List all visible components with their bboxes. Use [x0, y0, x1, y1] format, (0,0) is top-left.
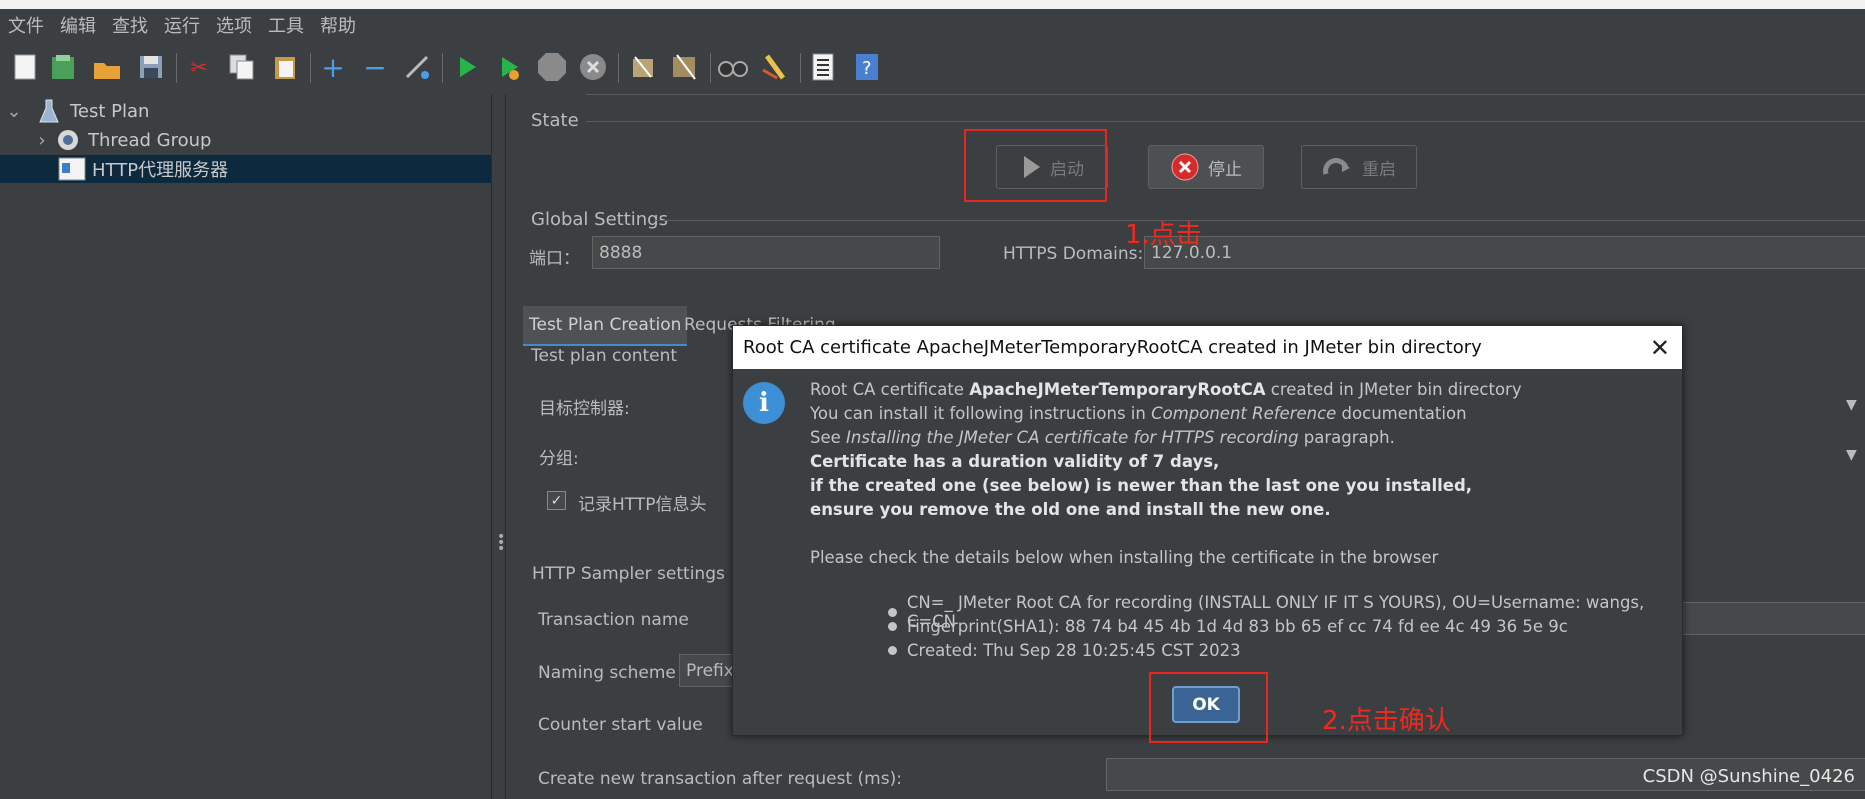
tab-test-plan-creation[interactable]: Test Plan Creation — [523, 306, 688, 346]
record-headers-checkbox[interactable]: ✓ — [547, 491, 566, 510]
message-line-3: See Installing the JMeter CA certificate… — [810, 428, 1395, 447]
stop-icon — [1171, 153, 1199, 181]
message-bold-3: ensure you remove the old one and instal… — [810, 500, 1331, 519]
http-sampler-settings-title: HTTP Sampler settings — [532, 564, 725, 584]
message-line-1: Root CA certificate ApacheJMeterTemporar… — [810, 380, 1522, 399]
state-title: State — [531, 110, 579, 131]
transaction-name-label: Transaction name — [538, 610, 689, 630]
tree-item-label: Thread Group — [88, 129, 212, 151]
stop-button[interactable]: 停止 — [1148, 145, 1264, 189]
tree-item-label: Test Plan — [70, 100, 150, 122]
chevron-down-icon[interactable]: ⌄ — [2, 101, 26, 122]
menu-run[interactable]: 运行 — [156, 12, 208, 38]
test-plan-content-title: Test plan content — [531, 346, 678, 366]
help-icon[interactable]: ? — [852, 52, 882, 82]
restart-button[interactable]: 重启 — [1301, 145, 1417, 189]
annotation-step1: 1.点击 — [1125, 220, 1202, 250]
menu-options[interactable]: 选项 — [208, 12, 260, 38]
flask-icon — [34, 98, 64, 124]
port-label: 端口： — [529, 249, 580, 269]
tree-item-label: HTTP代理服务器 — [92, 160, 229, 181]
message-check-line: Please check the details below when inst… — [810, 548, 1439, 567]
expand-icon[interactable]: + — [318, 51, 348, 84]
close-icon[interactable]: ✕ — [1650, 334, 1670, 362]
clear-icon[interactable] — [628, 52, 658, 82]
clear-all-icon[interactable] — [670, 52, 700, 82]
svg-text:?: ? — [862, 58, 872, 79]
menu-edit[interactable]: 编辑 — [52, 12, 104, 38]
menu-file[interactable]: 文件 — [0, 12, 52, 38]
templates-icon[interactable] — [48, 52, 78, 82]
https-domains-field[interactable]: 127.0.0.1 — [1144, 236, 1865, 269]
dialog-title: Root CA certificate ApacheJMeterTemporar… — [743, 337, 1482, 358]
toolbar: ✂ + − ? — [0, 47, 1865, 91]
menu-bar: 文件 编辑 查找 运行 选项 工具 帮助 — [0, 9, 1865, 41]
menu-search[interactable]: 查找 — [104, 12, 156, 38]
stop-button-label: 停止 — [1208, 159, 1242, 180]
cut-icon[interactable]: ✂ — [184, 52, 214, 82]
message-line-2: You can install it following instruction… — [810, 404, 1467, 423]
proxy-icon — [58, 157, 86, 181]
counter-start-label: Counter start value — [538, 715, 703, 735]
grouping-label: 分组: — [539, 449, 579, 469]
message-bold-1: Certificate has a duration validity of 7… — [810, 452, 1220, 471]
grouping-dropdown-arrow-icon[interactable]: ▼ — [1846, 447, 1857, 463]
target-controller-label: 目标控制器: — [539, 399, 630, 419]
splitter-grip-icon: • • • — [497, 529, 506, 557]
stop-icon[interactable] — [536, 52, 566, 82]
function-helper-icon[interactable] — [808, 52, 838, 82]
tree-item-http-proxy[interactable]: HTTP代理服务器 — [0, 155, 491, 183]
annotation-box-start — [964, 129, 1107, 202]
message-bold-2: if the created one (see below) is newer … — [810, 476, 1473, 495]
reset-search-icon[interactable] — [760, 52, 790, 82]
bullet-created: Created: Thu Sep 28 10:25:45 CST 2023 — [888, 641, 1241, 660]
record-headers-label: 记录HTTP信息头 — [578, 495, 707, 515]
watermark: CSDN @Sunshine_0426 — [1642, 766, 1855, 787]
target-dropdown-arrow-icon[interactable]: ▼ — [1846, 397, 1857, 413]
naming-scheme-select[interactable]: Prefix — [679, 654, 739, 687]
save-icon[interactable] — [136, 52, 166, 82]
tree-item-thread-group[interactable]: › Thread Group — [0, 126, 491, 154]
naming-scheme-label: Naming scheme — [538, 663, 676, 683]
restart-icon — [1323, 158, 1350, 175]
search-icon[interactable] — [718, 52, 748, 82]
chevron-right-icon[interactable]: › — [30, 130, 54, 151]
start-icon[interactable] — [452, 52, 482, 82]
dialog-message: Root CA certificate ApacheJMeterTemporar… — [810, 378, 1522, 570]
paste-icon[interactable] — [270, 52, 300, 82]
annotation-step2: 2.点击确认 — [1322, 706, 1451, 736]
dialog-title-bar: Root CA certificate ApacheJMeterTemporar… — [733, 326, 1682, 369]
info-icon: i — [743, 382, 785, 424]
shutdown-icon[interactable] — [578, 52, 608, 82]
create-transaction-label: Create new transaction after request (ms… — [538, 769, 902, 789]
global-settings-title: Global Settings — [531, 209, 668, 230]
https-domains-label: HTTPS Domains: — [1003, 244, 1144, 264]
gear-icon — [54, 127, 82, 153]
restart-button-label: 重启 — [1362, 159, 1396, 180]
menu-tools[interactable]: 工具 — [260, 12, 312, 38]
tree-item-test-plan[interactable]: ⌄ Test Plan — [0, 97, 491, 125]
panel-splitter[interactable]: • • • — [492, 94, 506, 799]
new-icon[interactable] — [10, 52, 40, 82]
collapse-icon[interactable]: − — [360, 51, 390, 84]
port-field[interactable]: 8888 — [592, 236, 940, 269]
copy-icon[interactable] — [227, 52, 257, 82]
test-plan-tree: ⌄ Test Plan › Thread Group HTTP代理服务器 — [0, 94, 492, 799]
annotation-box-ok — [1149, 672, 1268, 743]
start-no-pauses-icon[interactable] — [494, 52, 524, 82]
toggle-icon[interactable] — [402, 52, 432, 82]
open-icon[interactable] — [92, 52, 122, 82]
menu-help[interactable]: 帮助 — [312, 12, 364, 38]
bullet-fingerprint: Fingerprint(SHA1): 88 74 b4 45 4b 1d 4d … — [888, 617, 1568, 636]
transaction-name-field[interactable] — [1669, 602, 1865, 635]
